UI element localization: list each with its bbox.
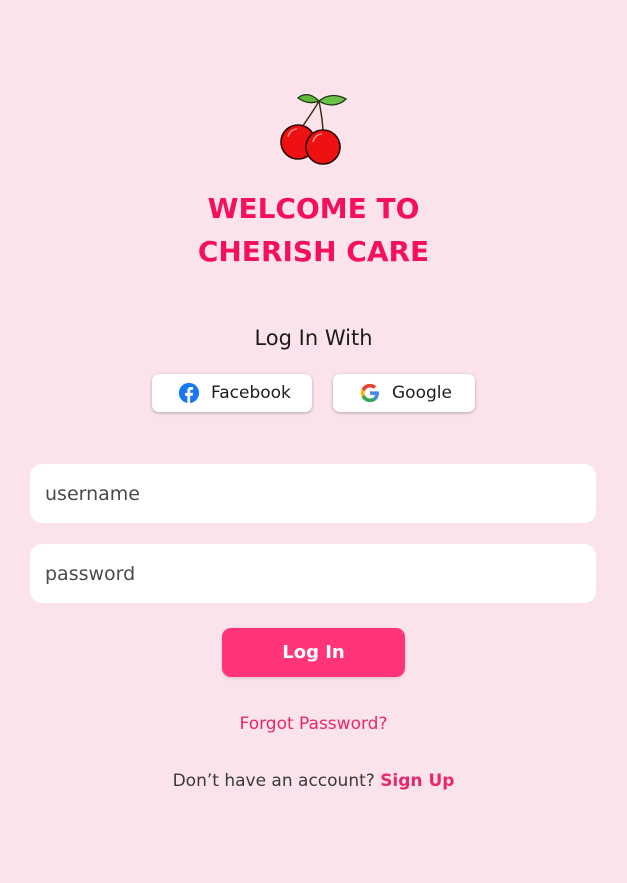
facebook-login-button[interactable]: Facebook — [152, 374, 312, 412]
forgot-password-link[interactable]: Forgot Password? — [0, 711, 627, 737]
google-icon — [360, 383, 379, 403]
password-input[interactable] — [30, 544, 596, 603]
cherry-icon — [280, 93, 348, 165]
google-label: Google — [392, 383, 452, 403]
google-login-button[interactable]: Google — [333, 374, 475, 412]
login-button[interactable]: Log In — [222, 628, 405, 677]
no-account-text: Don’t have an account? — [172, 771, 375, 791]
signup-prompt: Don’t have an account? Sign Up — [0, 768, 627, 794]
facebook-label: Facebook — [211, 383, 291, 403]
welcome-title-line1: WELCOME TO — [207, 192, 420, 225]
welcome-title-line2: CHERISH CARE — [197, 235, 430, 268]
facebook-icon — [178, 382, 200, 404]
sign-up-link[interactable]: Sign Up — [380, 771, 454, 791]
username-input[interactable] — [30, 464, 596, 523]
login-with-heading: Log In With — [254, 326, 373, 350]
